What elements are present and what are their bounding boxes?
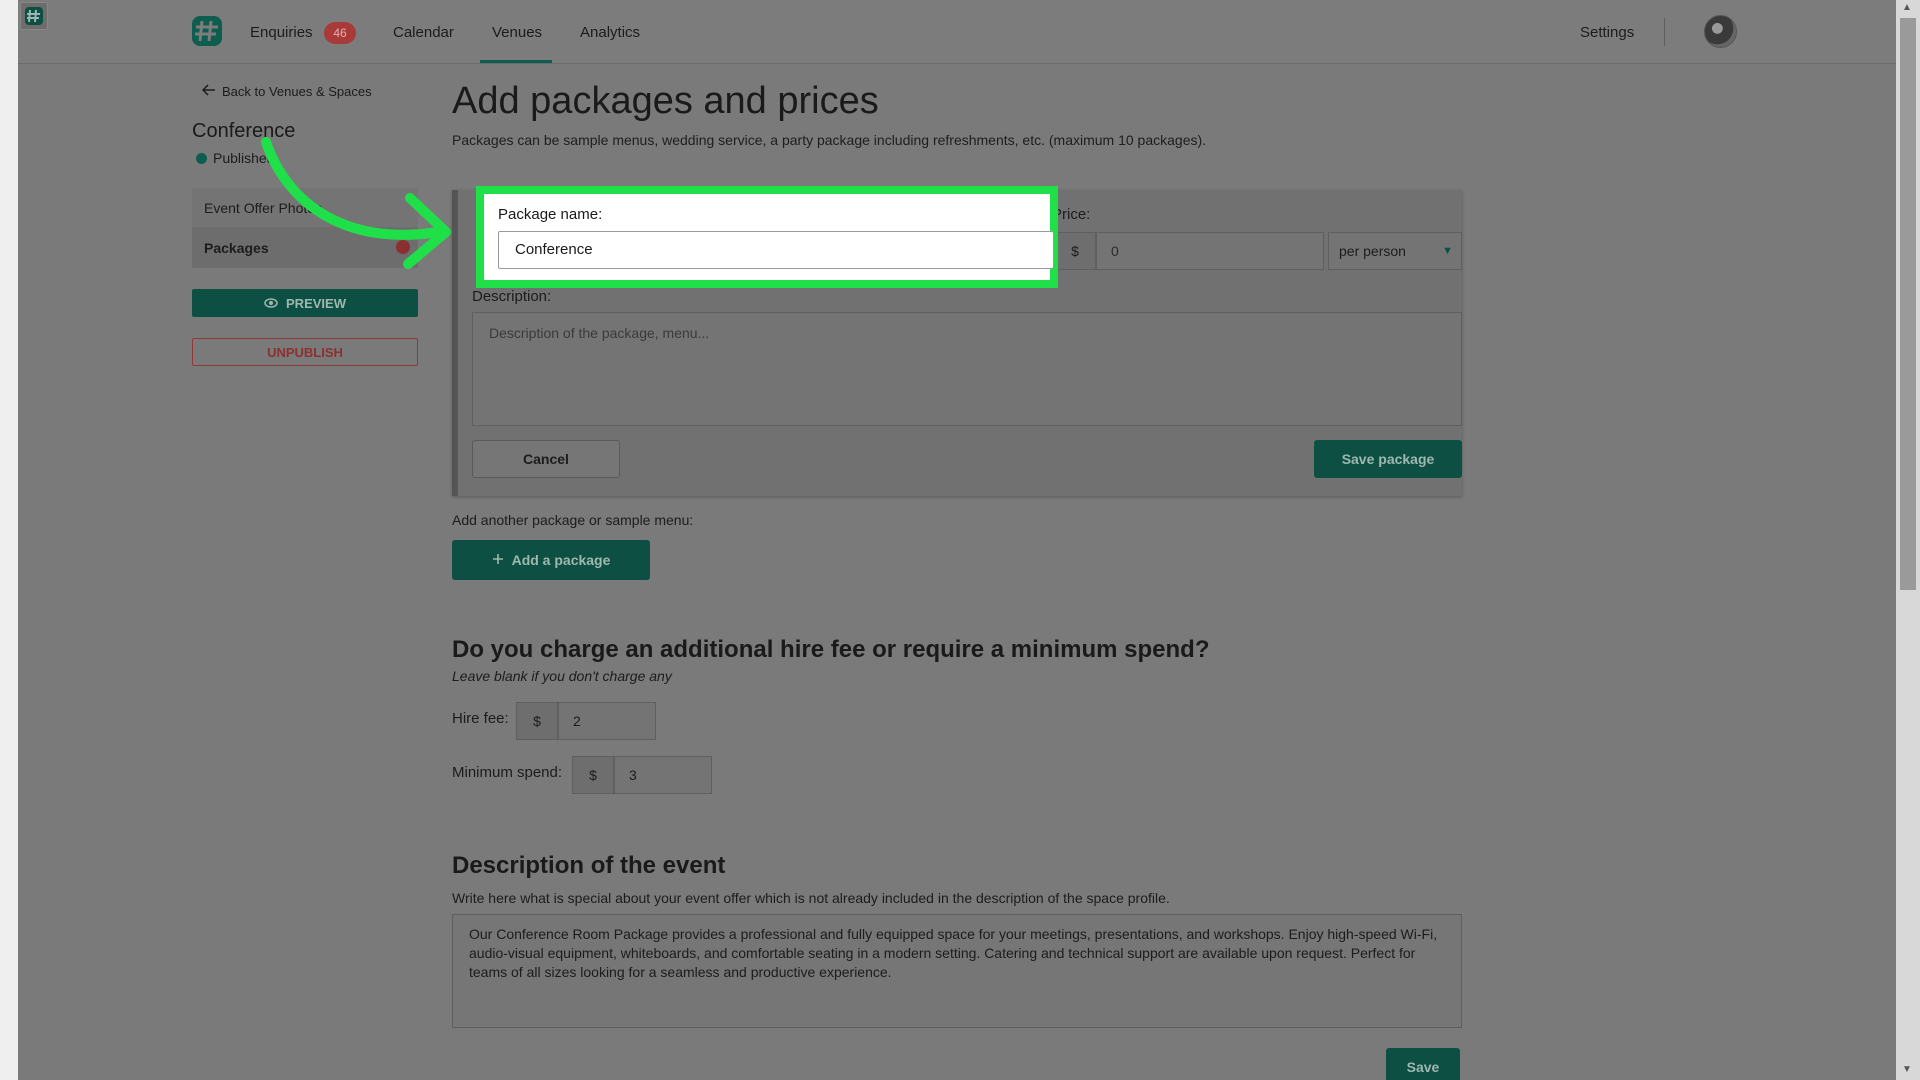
left-window-strip bbox=[0, 0, 18, 1080]
preview-button[interactable]: PREVIEW bbox=[192, 289, 418, 317]
page-subtitle: Packages can be sample menus, wedding se… bbox=[452, 132, 1207, 148]
avatar[interactable] bbox=[1704, 15, 1737, 48]
page-title: Add packages and prices bbox=[452, 80, 879, 122]
hire-fee-label: Hire fee: bbox=[452, 710, 509, 727]
package-name-input[interactable]: Conference bbox=[498, 231, 1054, 269]
description-label: Description: bbox=[472, 288, 552, 305]
scrollbar-thumb[interactable] bbox=[1900, 18, 1916, 590]
nav-calendar[interactable]: Calendar bbox=[393, 24, 454, 41]
cancel-button[interactable]: Cancel bbox=[472, 440, 620, 478]
nav-settings[interactable]: Settings bbox=[1580, 24, 1634, 41]
brand-logo-icon[interactable] bbox=[190, 14, 226, 50]
scroll-up-icon[interactable]: ▲ bbox=[1902, 2, 1912, 13]
nav-venues[interactable]: Venues bbox=[492, 24, 542, 41]
nav-enquiries[interactable]: Enquiries bbox=[250, 24, 313, 41]
event-description-heading: Description of the event bbox=[452, 852, 726, 879]
event-description-hint: Write here what is special about your ev… bbox=[452, 890, 1170, 906]
top-nav: Enquiries 46 Calendar Venues Analytics S… bbox=[18, 0, 1896, 64]
price-currency-prefix: $ bbox=[1054, 232, 1096, 270]
unpublish-button[interactable]: UNPUBLISH bbox=[192, 338, 418, 366]
active-nav-underline bbox=[480, 60, 552, 63]
scroll-down-icon[interactable]: ▼ bbox=[1902, 1064, 1912, 1075]
app-logo-icon[interactable] bbox=[20, 2, 48, 30]
add-package-button[interactable]: Add a package bbox=[452, 540, 650, 580]
description-textarea[interactable]: Description of the package, menu... bbox=[472, 312, 1462, 426]
eye-icon bbox=[264, 296, 278, 311]
page: Enquiries 46 Calendar Venues Analytics S… bbox=[18, 0, 1896, 1080]
hire-fee-input[interactable]: 2 bbox=[558, 702, 656, 740]
plus-icon bbox=[492, 552, 504, 568]
highlighted-package-name-field: Package name: Conference bbox=[476, 186, 1058, 288]
back-link[interactable]: Back to Venues & Spaces bbox=[201, 84, 372, 99]
package-name-label: Package name: bbox=[498, 206, 603, 223]
nav-analytics[interactable]: Analytics bbox=[580, 24, 640, 41]
minimum-spend-currency-prefix: $ bbox=[572, 756, 614, 794]
minimum-spend-input[interactable]: 3 bbox=[614, 756, 712, 794]
hire-fee-currency-prefix: $ bbox=[516, 702, 558, 740]
add-another-label: Add another package or sample menu: bbox=[452, 512, 694, 528]
price-unit-select[interactable]: per person ▼ bbox=[1328, 232, 1462, 270]
preview-label: PREVIEW bbox=[286, 295, 346, 311]
price-unit-value: per person bbox=[1339, 243, 1406, 259]
arrow-left-icon bbox=[201, 84, 216, 99]
save-button[interactable]: Save bbox=[1386, 1048, 1460, 1080]
hire-fee-heading: Do you charge an additional hire fee or … bbox=[452, 636, 1210, 663]
add-package-label: Add a package bbox=[511, 552, 611, 568]
price-input[interactable]: 0 bbox=[1096, 232, 1324, 270]
status-dot-icon bbox=[196, 152, 207, 164]
curved-arrow-icon bbox=[261, 137, 451, 269]
save-package-button[interactable]: Save package bbox=[1314, 440, 1462, 478]
minimum-spend-label: Minimum spend: bbox=[452, 764, 563, 781]
caret-down-icon: ▼ bbox=[1442, 245, 1453, 257]
vertical-scrollbar[interactable]: ▲ ▼ bbox=[1896, 0, 1920, 1080]
hire-fee-hint: Leave blank if you don't charge any bbox=[452, 668, 672, 684]
back-link-label: Back to Venues & Spaces bbox=[222, 84, 372, 99]
nav-divider bbox=[1664, 18, 1665, 46]
enquiries-count-badge: 46 bbox=[324, 22, 356, 44]
event-description-textarea[interactable]: Our Conference Room Package provides a p… bbox=[452, 914, 1462, 1028]
